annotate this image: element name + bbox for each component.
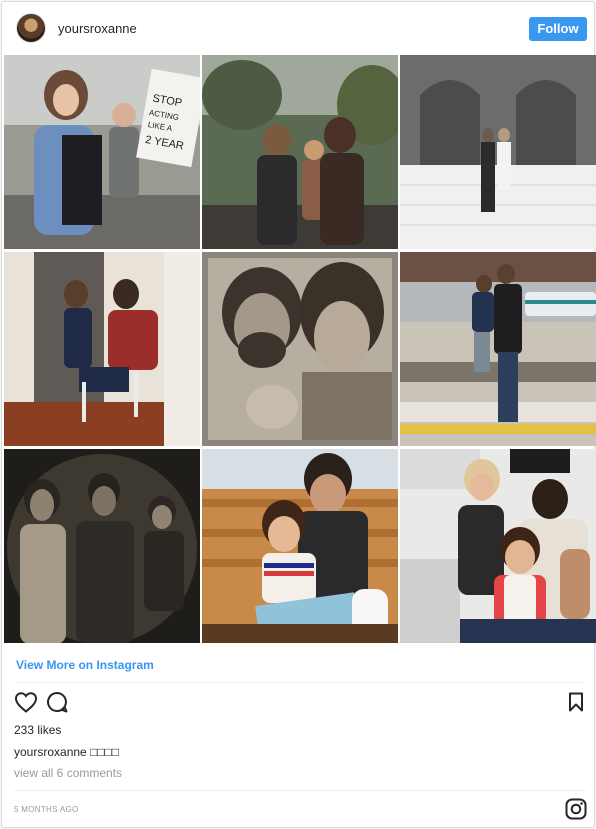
caption-text: □□□□ [90,745,120,759]
bookmark-icon[interactable] [568,692,584,712]
photo-family-forest[interactable] [202,55,398,249]
username[interactable]: yoursroxanne [58,21,137,36]
view-comments-link[interactable]: view all 6 comments [14,766,122,780]
divider [14,790,586,791]
heart-icon[interactable] [14,691,38,713]
follow-button[interactable]: Follow [529,17,587,41]
photo-tintype-family[interactable] [4,449,200,643]
photo-father-child-book[interactable] [202,449,398,643]
photo-grid[interactable]: STOP ACTING LIKE A 2 YEAR [4,55,596,646]
view-more-link[interactable]: View More on Instagram [16,658,154,672]
like-count: 233 likes [14,723,62,737]
post-header: yoursroxanne Follow [2,2,594,54]
timestamp: 5 MONTHS AGO [14,805,79,814]
photo-couple-steps[interactable] [400,55,596,249]
caption: yoursroxanne □□□□ [14,745,119,759]
instagram-logo-icon[interactable] [565,798,587,820]
divider [14,682,586,683]
avatar[interactable] [16,13,46,43]
photo-train-station[interactable] [400,252,596,446]
instagram-embed-card: yoursroxanne Follow STOP ACTING LIKE A 2… [1,1,596,828]
photo-family-sepia[interactable] [202,252,398,446]
comment-icon[interactable] [46,691,68,713]
caption-username[interactable]: yoursroxanne [14,745,87,759]
photo-protest-sign[interactable]: STOP ACTING LIKE A 2 YEAR [4,55,200,249]
photo-kitchen-family[interactable] [400,449,596,643]
photo-father-child-door[interactable] [4,252,200,446]
